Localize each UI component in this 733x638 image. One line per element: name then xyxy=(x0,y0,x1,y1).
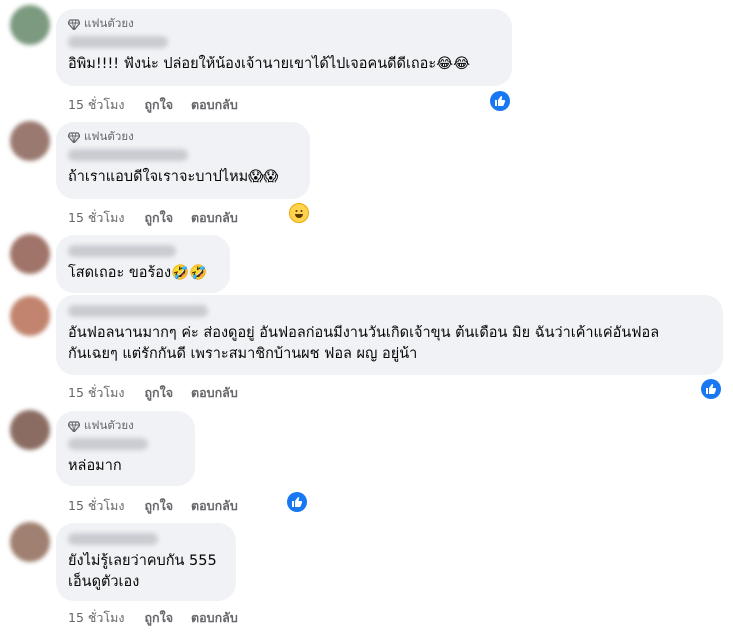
haha-reaction-icon[interactable] xyxy=(289,203,309,223)
comment-actions: 15 ชั่วโมง ถูกใจ ตอบกลับ xyxy=(68,208,256,228)
like-button[interactable]: ถูกใจ xyxy=(144,208,173,228)
top-fan-badge: แฟนตัวยง xyxy=(68,418,183,434)
comment-bubble: แฟนตัวยง อิพิม!!!! ฟังน่ะ ปล่อยให้น้องเจ… xyxy=(56,9,512,86)
diamond-icon xyxy=(68,420,80,432)
avatar[interactable] xyxy=(10,410,50,450)
comment-text: อิพิม!!!! ฟังน่ะ ปล่อยให้น้องเจ้านายเขาไ… xyxy=(68,56,471,72)
diamond-icon xyxy=(68,18,80,30)
timestamp[interactable]: 15 ชั่วโมง xyxy=(68,208,124,228)
commenter-name[interactable] xyxy=(68,36,168,48)
comment-text: ยังไม่รู้เลยว่าคบกัน 555 เอ็นดูตัวเอง xyxy=(68,553,217,590)
top-fan-badge: แฟนตัวยง xyxy=(68,129,298,145)
timestamp[interactable]: 15 ชั่วโมง xyxy=(68,496,124,516)
comment-bubble: แฟนตัวยง หล่อมาก xyxy=(56,411,195,486)
comment-bubble: อันฟอลนานมากๆ ค่ะ ส่องดูอยู่ อันฟอลก่อนม… xyxy=(56,295,723,375)
comment-bubble: แฟนตัวยง ถ้าเราแอบดีใจเราจะบาปไหม😱😱 xyxy=(56,122,310,199)
comment-bubble: ยังไม่รู้เลยว่าคบกัน 555 เอ็นดูตัวเอง xyxy=(56,523,236,601)
commenter-name[interactable] xyxy=(68,305,208,317)
commenter-name[interactable] xyxy=(68,149,188,161)
comment-text: หล่อมาก xyxy=(68,458,122,474)
comment-text: อันฟอลนานมากๆ ค่ะ ส่องดูอยู่ อันฟอลก่อนม… xyxy=(68,325,660,362)
timestamp[interactable]: 15 ชั่วโมง xyxy=(68,383,124,403)
reply-button[interactable]: ตอบกลับ xyxy=(191,383,238,403)
commenter-name[interactable] xyxy=(68,245,176,257)
like-reaction-icon[interactable] xyxy=(287,492,307,512)
comment-text: โสดเถอะ ขอร้อง🤣🤣 xyxy=(68,265,208,281)
avatar[interactable] xyxy=(10,234,50,274)
avatar[interactable] xyxy=(10,522,50,562)
avatar[interactable] xyxy=(10,5,50,45)
timestamp[interactable]: 15 ชั่วโมง xyxy=(68,608,124,628)
comment-bubble: โสดเถอะ ขอร้อง🤣🤣 xyxy=(56,235,230,293)
top-fan-badge: แฟนตัวยง xyxy=(68,16,500,32)
timestamp[interactable]: 15 ชั่วโมง xyxy=(68,95,124,115)
badge-label: แฟนตัวยง xyxy=(84,16,134,30)
like-reaction-icon[interactable] xyxy=(490,91,510,111)
reply-button[interactable]: ตอบกลับ xyxy=(191,608,238,628)
like-button[interactable]: ถูกใจ xyxy=(144,608,173,628)
like-button[interactable]: ถูกใจ xyxy=(144,496,173,516)
badge-label: แฟนตัวยง xyxy=(84,129,134,143)
comment-actions: 15 ชั่วโมง ถูกใจ ตอบกลับ xyxy=(68,95,256,115)
comment-text: ถ้าเราแอบดีใจเราจะบาปไหม😱😱 xyxy=(68,169,279,185)
reply-button[interactable]: ตอบกลับ xyxy=(191,208,238,228)
comment-actions: 15 ชั่วโมง ถูกใจ ตอบกลับ xyxy=(68,383,256,403)
badge-label: แฟนตัวยง xyxy=(84,418,134,432)
commenter-name[interactable] xyxy=(68,438,148,450)
avatar[interactable] xyxy=(10,121,50,161)
diamond-icon xyxy=(68,131,80,143)
avatar[interactable] xyxy=(10,296,50,336)
reply-button[interactable]: ตอบกลับ xyxy=(191,95,238,115)
commenter-name[interactable] xyxy=(68,533,158,545)
like-button[interactable]: ถูกใจ xyxy=(144,383,173,403)
like-button[interactable]: ถูกใจ xyxy=(144,95,173,115)
comment-actions: 15 ชั่วโมง ถูกใจ ตอบกลับ xyxy=(68,496,256,516)
like-reaction-icon[interactable] xyxy=(701,379,721,399)
reply-button[interactable]: ตอบกลับ xyxy=(191,496,238,516)
comment-actions: 15 ชั่วโมง ถูกใจ ตอบกลับ xyxy=(68,608,256,628)
